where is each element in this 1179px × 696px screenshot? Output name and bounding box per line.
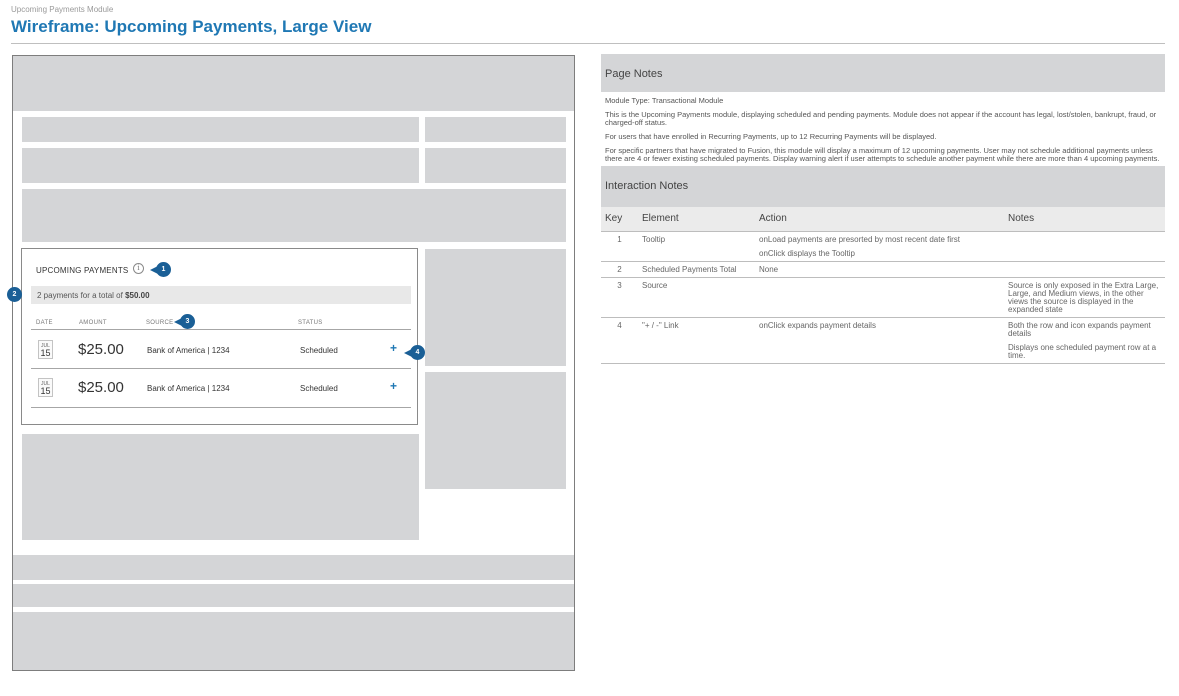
cell-notes [1004, 261, 1165, 278]
page-note: For specific partners that have migrated… [605, 146, 1160, 163]
cell-action: None [755, 261, 1004, 278]
payments-total-prefix: 2 payments for a total of [37, 291, 123, 300]
placeholder-block [22, 117, 419, 142]
cell-action: onClick expands payment details [755, 317, 1004, 364]
payments-total-amount: $50.00 [125, 291, 150, 300]
cell-action [755, 277, 1004, 318]
cell-key: 4 [601, 317, 638, 364]
interaction-notes-heading: Interaction Notes [601, 166, 1165, 207]
cell-element: Scheduled Payments Total [638, 261, 755, 278]
column-header-date: DATE [36, 320, 53, 326]
cell-action: onLoad payments are presorted by most re… [755, 231, 1004, 262]
cell-key: 3 [601, 277, 638, 318]
table-header-row: Key Element Action Notes [601, 207, 1165, 232]
date-day: 15 [40, 348, 51, 358]
placeholder-block [22, 148, 419, 183]
expand-plus-icon[interactable]: + [390, 379, 397, 393]
placeholder-block [22, 189, 566, 242]
page-notes-heading: Page Notes [601, 54, 1165, 92]
placeholder-footer [13, 584, 574, 607]
payments-total-text: 2 payments for a total of $50.00 [37, 291, 150, 300]
callout-marker-4: 4 [404, 345, 425, 360]
header-notes: Notes [1004, 207, 1165, 232]
placeholder-footer [13, 612, 574, 670]
row-divider [31, 329, 411, 330]
column-header-status: STATUS [298, 320, 323, 326]
doc-title: Wireframe: Upcoming Payments, Large View [11, 17, 372, 36]
table-row: 4 "+ / -" Link onClick expands payment d… [601, 317, 1165, 364]
notes-panel: Page Notes Module Type: Transactional Mo… [601, 54, 1165, 364]
calendar-date: JUL 15 [38, 378, 53, 397]
cell-key: 1 [601, 231, 638, 262]
action-text: onLoad payments are presorted by most re… [759, 234, 960, 244]
notes-text: Both the row and icon expands payment de… [1008, 320, 1151, 338]
page-note: This is the Upcoming Payments module, di… [605, 110, 1157, 127]
payments-total-bar: 2 payments for a total of $50.00 [31, 286, 411, 304]
page-note: For users that have enrolled in Recurrin… [605, 132, 937, 141]
callout-marker-3: 3 [174, 314, 195, 329]
placeholder-footer [13, 555, 574, 580]
placeholder-block [425, 372, 566, 489]
placeholder-header [13, 56, 574, 111]
payment-row[interactable]: JUL 15 $25.00 Bank of America | 1234 Sch… [31, 331, 411, 367]
cell-notes [1004, 231, 1165, 262]
page-note: Module Type: Transactional Module [605, 96, 724, 105]
notes-text: Displays one scheduled payment row at a … [1008, 342, 1157, 360]
payment-amount: $25.00 [78, 341, 124, 358]
column-header-source: SOURCE [146, 320, 174, 326]
payment-row[interactable]: JUL 15 $25.00 Bank of America | 1234 Sch… [31, 369, 411, 405]
callout-marker-1: 1 [150, 262, 171, 277]
callout-marker-2: 2 [7, 287, 22, 302]
interaction-notes-table: Key Element Action Notes 1 Tooltip onLoa… [601, 207, 1165, 364]
header-action: Action [755, 207, 1004, 232]
payment-status: Scheduled [300, 346, 338, 355]
table-row: 2 Scheduled Payments Total None [601, 261, 1165, 278]
action-text: onClick displays the Tooltip [759, 248, 855, 258]
upcoming-payments-card: UPCOMING PAYMENTS i 2 payments for a tot… [21, 248, 418, 425]
cell-notes: Source is only exposed in the Extra Larg… [1004, 277, 1165, 318]
payment-status: Scheduled [300, 384, 338, 393]
expand-plus-icon[interactable]: + [390, 341, 397, 355]
header-element: Element [638, 207, 755, 232]
info-icon[interactable]: i [133, 263, 144, 274]
table-row: 1 Tooltip onLoad payments are presorted … [601, 231, 1165, 262]
column-header-amount: AMOUNT [79, 320, 107, 326]
calendar-date: JUL 15 [38, 340, 53, 359]
cell-key: 2 [601, 261, 638, 278]
header-key: Key [601, 207, 638, 232]
row-divider [31, 407, 411, 408]
cell-notes: Both the row and icon expands payment de… [1004, 317, 1165, 364]
placeholder-block [425, 117, 566, 142]
cell-element: Source [638, 277, 755, 318]
title-divider [11, 43, 1165, 44]
module-title: UPCOMING PAYMENTS [36, 266, 129, 275]
placeholder-block [425, 148, 566, 183]
placeholder-block [425, 249, 566, 366]
placeholder-block [22, 434, 419, 540]
cell-element: Tooltip [638, 231, 755, 262]
payment-amount: $25.00 [78, 379, 124, 396]
date-day: 15 [40, 386, 51, 396]
table-row: 3 Source Source is only exposed in the E… [601, 277, 1165, 318]
cell-element: "+ / -" Link [638, 317, 755, 364]
payment-source: Bank of America | 1234 [147, 346, 230, 355]
payment-source: Bank of America | 1234 [147, 384, 230, 393]
doc-subtitle: Upcoming Payments Module [11, 5, 114, 14]
